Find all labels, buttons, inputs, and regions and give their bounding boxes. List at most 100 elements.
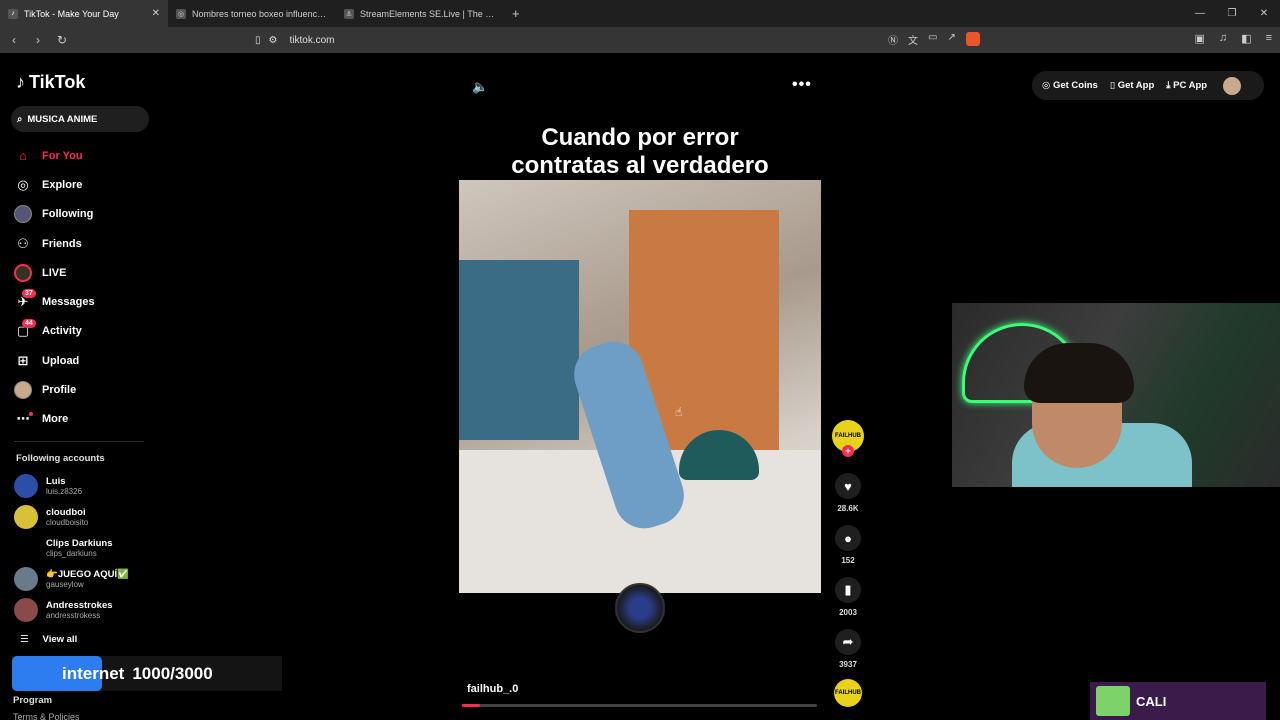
tiktok-logo[interactable]: ♪ TikTok bbox=[16, 72, 85, 93]
terms-link[interactable]: Terms & Policies bbox=[13, 712, 80, 720]
upload-icon: ⊞ bbox=[17, 352, 29, 368]
sidebar-item-label: Following bbox=[42, 208, 94, 221]
caption-line: Cuando por error bbox=[541, 124, 739, 151]
account-username: andresstrokess bbox=[46, 611, 101, 620]
list-icon: ☰ bbox=[20, 634, 29, 645]
menu-icon[interactable]: ≡ bbox=[1266, 32, 1272, 45]
media-icon[interactable]: ♫ bbox=[1219, 32, 1227, 45]
sidebar-item-live[interactable]: LIVE bbox=[14, 258, 95, 287]
cast-icon[interactable]: ▭ bbox=[928, 32, 937, 47]
close-tab-icon[interactable]: ✕ bbox=[152, 8, 160, 19]
browser-toolbar: ‹ › ↻ ▯ ⚙ tiktok.com Ⓝ 文 ▭ ↗ ▣ ♫ ◧ ≡ bbox=[0, 27, 1280, 53]
brave-shield-icon[interactable] bbox=[965, 32, 980, 46]
streamelements-favicon-icon: ⚓ bbox=[344, 8, 354, 19]
account-item[interactable]: Andresstrokes andresstrokess bbox=[14, 598, 113, 622]
account-name: Andresstrokes bbox=[46, 600, 113, 611]
creator-avatar[interactable]: FAILHUB + bbox=[832, 420, 864, 457]
tab-title: StreamElements SE.Live | The Ultimat bbox=[360, 8, 496, 19]
share-button[interactable]: ➦ 3937 bbox=[832, 629, 864, 669]
tab-boxeo[interactable]: ◎ Nombres torneo boxeo influencers bbox=[168, 0, 336, 27]
save-button[interactable]: ▮ 2003 bbox=[832, 577, 864, 617]
forward-icon[interactable]: › bbox=[28, 33, 48, 47]
translate-icon[interactable]: 文 bbox=[908, 32, 918, 47]
creator-avatar-text: FAILHUB bbox=[835, 433, 861, 439]
account-item[interactable]: cloudboi cloudboisito bbox=[14, 505, 88, 529]
sidebar-item-for-you[interactable]: ⌂ For You bbox=[14, 141, 95, 170]
profile-avatar[interactable] bbox=[1223, 76, 1242, 95]
sidebar-item-explore[interactable]: ◎ Explore bbox=[14, 170, 95, 199]
view-all-link[interactable]: ☰ View all bbox=[20, 634, 77, 645]
home-icon: ⌂ bbox=[19, 148, 27, 164]
video-player[interactable] bbox=[459, 180, 821, 593]
sidebar-item-messages[interactable]: ✈ 37 Messages bbox=[14, 287, 95, 316]
account-username: luis.z8326 bbox=[46, 487, 83, 496]
sidebar-item-more[interactable]: ⋯ More bbox=[14, 405, 95, 434]
goal-count: 1000/3000 bbox=[132, 663, 213, 683]
more-dot bbox=[29, 411, 33, 416]
video-progress-bar[interactable] bbox=[462, 704, 817, 707]
sidebar-item-profile[interactable]: Profile bbox=[14, 375, 95, 404]
video-scene bbox=[459, 260, 579, 440]
messages-badge: 37 bbox=[22, 289, 36, 299]
follow-plus-icon[interactable]: + bbox=[842, 445, 854, 457]
address-bar-actions: Ⓝ 文 ▭ ↗ bbox=[888, 32, 980, 47]
program-link[interactable]: Program bbox=[13, 695, 52, 706]
action-bar: FAILHUB + ♥ 28.6K ● 152 ▮ 2003 ➦ 3937 bbox=[832, 420, 864, 669]
sidebar-item-activity[interactable]: ▢ 44 Activity bbox=[14, 317, 95, 346]
sidebar-nav: ⌂ For You ◎ Explore Following ⚇ Friends … bbox=[14, 141, 95, 434]
video-author[interactable]: failhub_.0 bbox=[467, 683, 518, 695]
search-input[interactable]: ⌕ MUSICA ANIME bbox=[11, 106, 149, 132]
get-app-button[interactable]: ▯ Get App bbox=[1110, 80, 1154, 91]
bookmark-icon[interactable]: ▯ bbox=[255, 35, 261, 46]
restore-icon[interactable]: ❐ bbox=[1216, 0, 1248, 27]
tab-title: TikTok - Make Your Day bbox=[24, 8, 119, 19]
tiktok-note-icon: ♪ bbox=[16, 72, 25, 92]
avatar bbox=[14, 598, 38, 622]
avatar bbox=[14, 536, 38, 560]
sidebar-item-following[interactable]: Following bbox=[14, 200, 95, 229]
avatar bbox=[14, 505, 38, 529]
reload-icon[interactable]: ↻ bbox=[52, 33, 72, 47]
account-item[interactable]: 👉JUEGO AQUÍ✅ gauseylow bbox=[14, 567, 129, 591]
comment-button[interactable]: ● 152 bbox=[832, 525, 864, 565]
share-arrow-icon: ➦ bbox=[835, 629, 861, 655]
split-view-icon[interactable]: ◧ bbox=[1241, 32, 1251, 45]
music-disc[interactable] bbox=[615, 583, 665, 633]
volume-icon[interactable]: 🔈 bbox=[472, 79, 488, 95]
streamer-icon bbox=[1096, 686, 1130, 716]
more-options-icon[interactable]: ••• bbox=[792, 76, 812, 94]
caption-line: contratas al verdadero bbox=[511, 152, 769, 179]
sidebar-item-friends[interactable]: ⚇ Friends bbox=[14, 229, 95, 258]
get-coins-button[interactable]: ◎ Get Coins bbox=[1042, 80, 1098, 91]
account-item[interactable]: Clips Darkiuns clips_darkiuns bbox=[14, 536, 113, 560]
next-creator-avatar[interactable]: FAILHUB bbox=[834, 679, 862, 707]
share-count: 3937 bbox=[839, 660, 857, 669]
webcam-scene bbox=[1024, 343, 1134, 403]
search-value: MUSICA ANIME bbox=[27, 113, 98, 125]
tab-streamelements[interactable]: ⚓ StreamElements SE.Live | The Ultimat bbox=[336, 0, 504, 27]
stream-goal-overlay: internet 1000/3000 bbox=[12, 656, 282, 691]
bookmark-icon: ▮ bbox=[835, 577, 861, 603]
page-favicon-icon: ◎ bbox=[176, 8, 186, 19]
site-info-icon[interactable]: ⚙ bbox=[269, 35, 278, 46]
account-item[interactable]: Luis luis.z8326 bbox=[14, 474, 82, 498]
tab-tiktok[interactable]: ♪ TikTok - Make Your Day ✕ bbox=[0, 0, 168, 27]
divider bbox=[14, 441, 144, 442]
new-tab-button[interactable]: + bbox=[504, 0, 528, 27]
like-button[interactable]: ♥ 28.6K bbox=[832, 473, 864, 513]
share-icon[interactable]: ↗ bbox=[947, 32, 955, 47]
friends-icon: ⚇ bbox=[17, 235, 29, 251]
video-progress-fill bbox=[462, 704, 480, 707]
sidebar-item-label: LIVE bbox=[42, 266, 67, 279]
pc-app-button[interactable]: ⤓ PC App bbox=[1166, 80, 1207, 91]
close-window-icon[interactable]: ✕ bbox=[1248, 0, 1280, 27]
sidebar-item-upload[interactable]: ⊞ Upload bbox=[14, 346, 95, 375]
tab-title: Nombres torneo boxeo influencers bbox=[192, 8, 328, 19]
account-name: Clips Darkiuns bbox=[46, 538, 113, 549]
browser-right-icons: ▣ ♫ ◧ ≡ bbox=[1195, 32, 1272, 45]
back-icon[interactable]: ‹ bbox=[4, 33, 24, 47]
sidebar-toggle-icon[interactable]: ▣ bbox=[1195, 32, 1205, 45]
no-tracking-icon[interactable]: Ⓝ bbox=[888, 32, 898, 47]
minimize-icon[interactable]: — bbox=[1184, 0, 1216, 27]
sidebar-item-label: For You bbox=[42, 149, 83, 162]
